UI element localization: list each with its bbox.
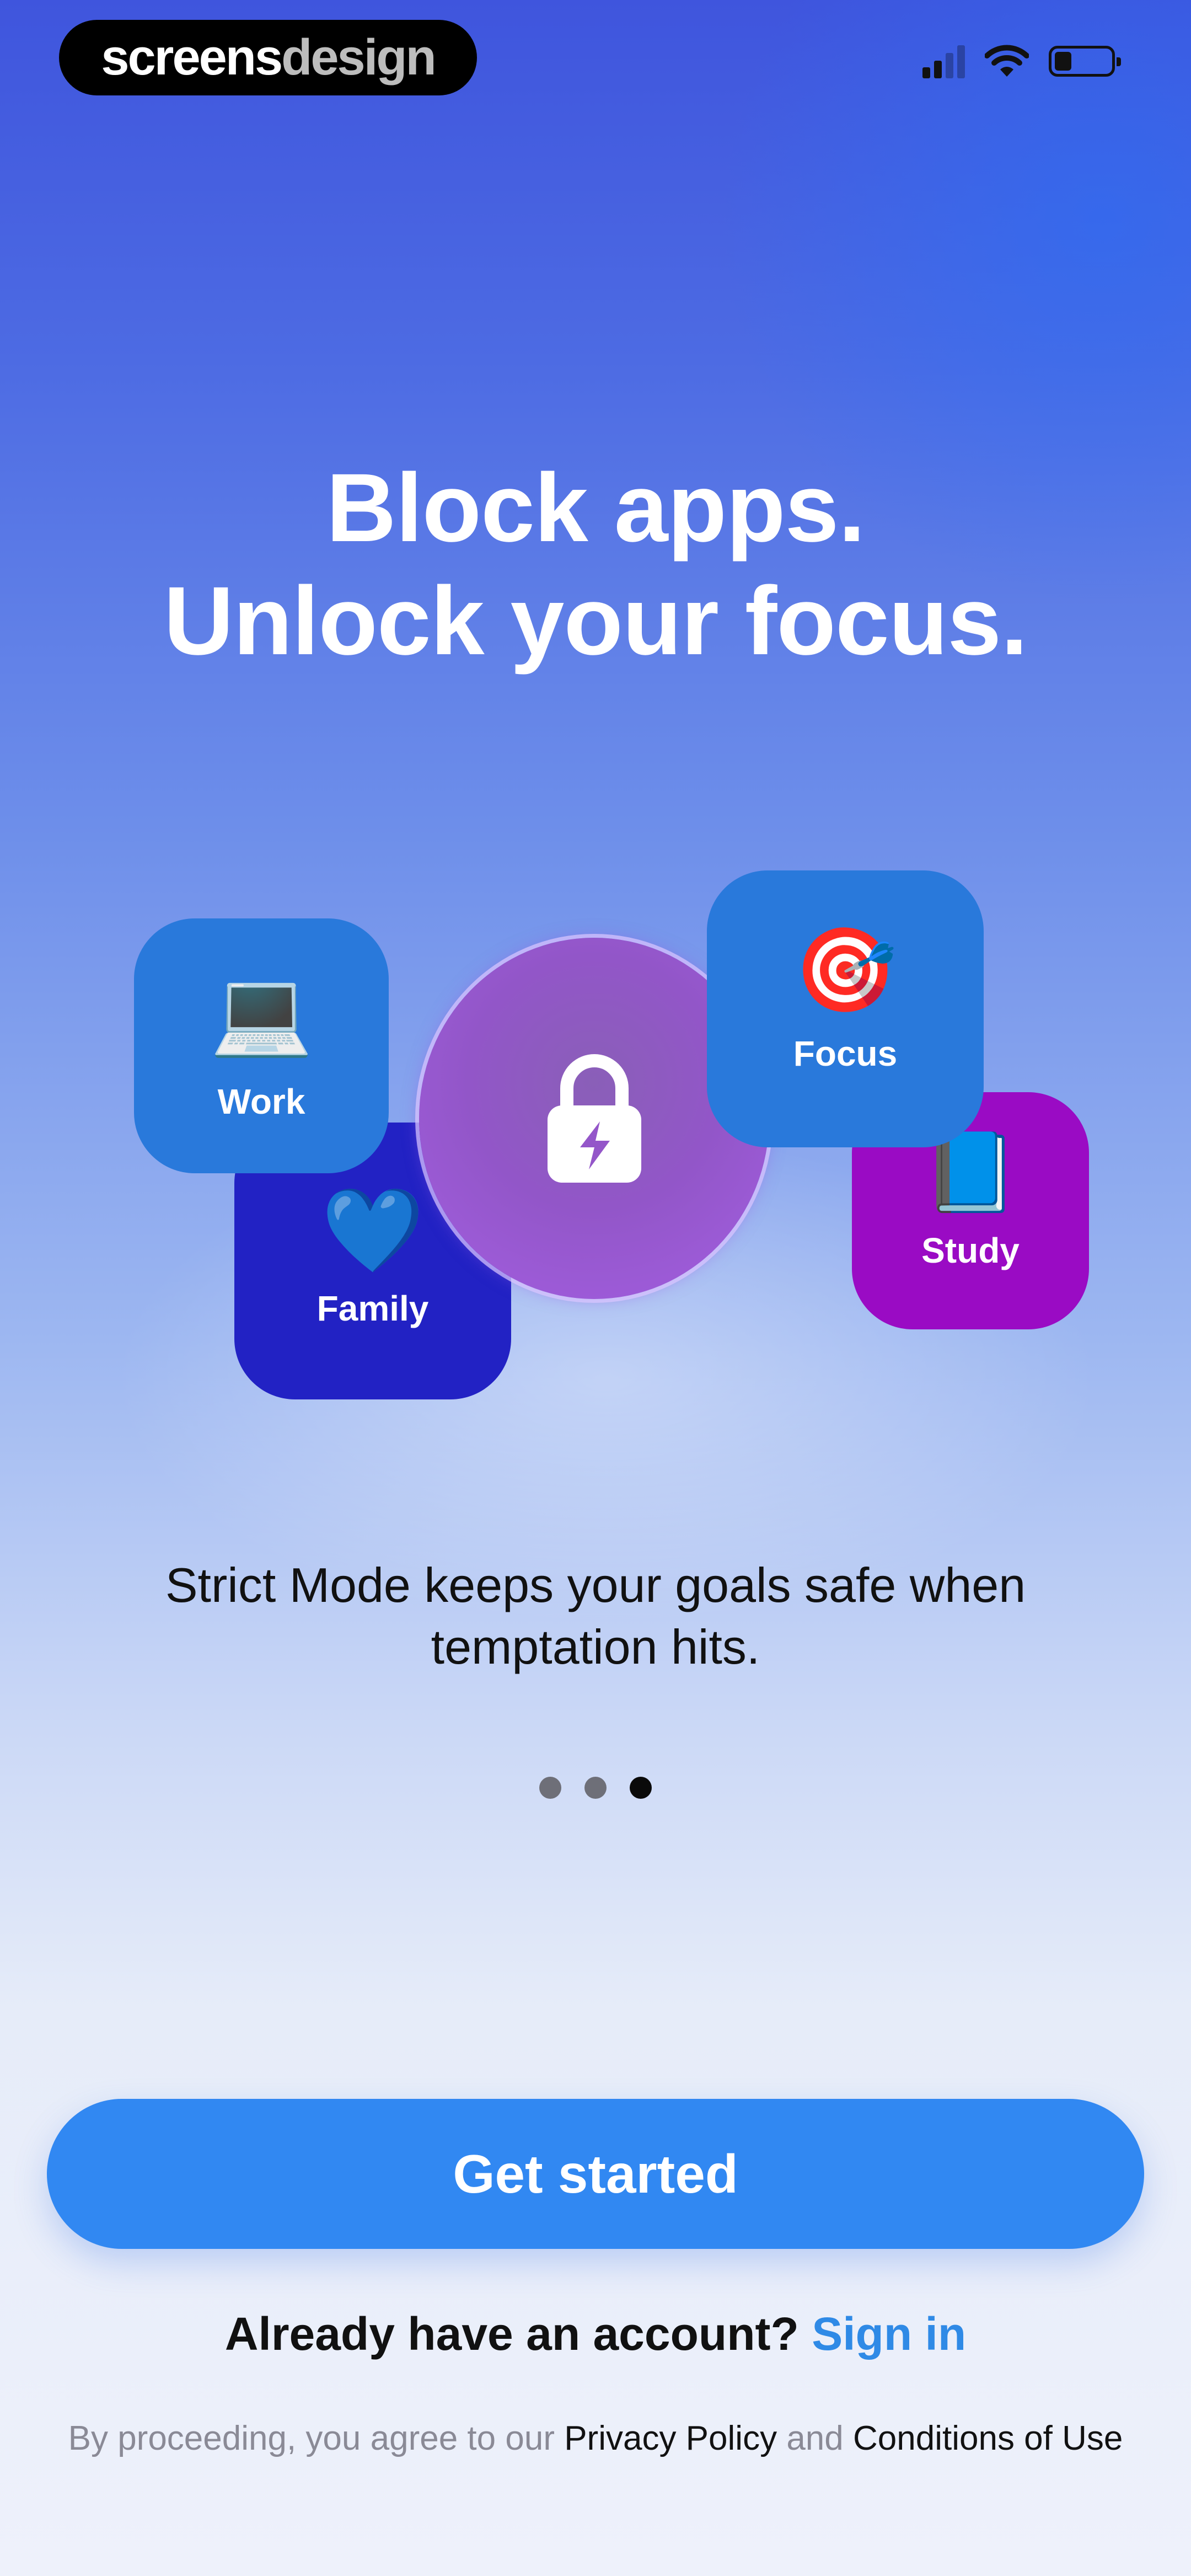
laptop-emoji-icon: 💻 — [210, 966, 313, 1059]
headline-line-1: Block apps. — [326, 454, 866, 562]
legal-prefix: By proceeding, you agree to our — [68, 2419, 555, 2457]
brand-part-screens: screens — [101, 29, 283, 85]
caption-line-2: temptation hits. — [431, 1620, 760, 1674]
page-dot-2[interactable] — [584, 1777, 607, 1799]
battery-icon — [1049, 46, 1121, 77]
conditions-of-use-link[interactable]: Conditions of Use — [853, 2419, 1123, 2457]
signin-row: Already have an account? Sign in — [0, 2307, 1191, 2361]
heart-emoji-icon: 💙 — [321, 1184, 425, 1276]
page-dot-3-active[interactable] — [630, 1777, 652, 1799]
lock-bolt-icon — [547, 1054, 641, 1183]
page-dot-1[interactable] — [539, 1777, 561, 1799]
page-indicator — [0, 1777, 1191, 1799]
status-bar — [922, 44, 1121, 78]
tile-label-focus: Focus — [793, 1034, 898, 1073]
signin-prompt: Already have an account? — [224, 2308, 799, 2360]
onboarding-caption: Strict Mode keeps your goals safe when t… — [0, 1554, 1191, 1678]
category-tile-work: 💻 Work — [134, 918, 389, 1173]
wifi-icon — [985, 45, 1029, 77]
tile-label-work: Work — [217, 1082, 305, 1121]
legal-and: and — [786, 2419, 844, 2457]
sign-in-link[interactable]: Sign in — [812, 2308, 966, 2360]
get-started-button[interactable]: Get started — [47, 2099, 1144, 2249]
privacy-policy-link[interactable]: Privacy Policy — [564, 2419, 777, 2457]
tile-label-study: Study — [921, 1231, 1020, 1270]
category-tile-focus: 🎯 Focus — [707, 870, 984, 1147]
tile-label-family: Family — [316, 1289, 429, 1328]
brand-part-design: design — [281, 29, 436, 85]
headline-line-2: Unlock your focus. — [163, 567, 1028, 675]
cellular-signal-icon — [922, 44, 965, 78]
legal-notice: By proceeding, you agree to our Privacy … — [0, 2419, 1191, 2458]
onboarding-screen: screens design Block apps. Unlock your fo… — [0, 0, 1191, 2576]
target-emoji-icon: 🎯 — [793, 923, 897, 1016]
caption-line-1: Strict Mode keeps your goals safe when — [165, 1558, 1026, 1612]
screensdesign-watermark: screens design — [59, 20, 477, 95]
